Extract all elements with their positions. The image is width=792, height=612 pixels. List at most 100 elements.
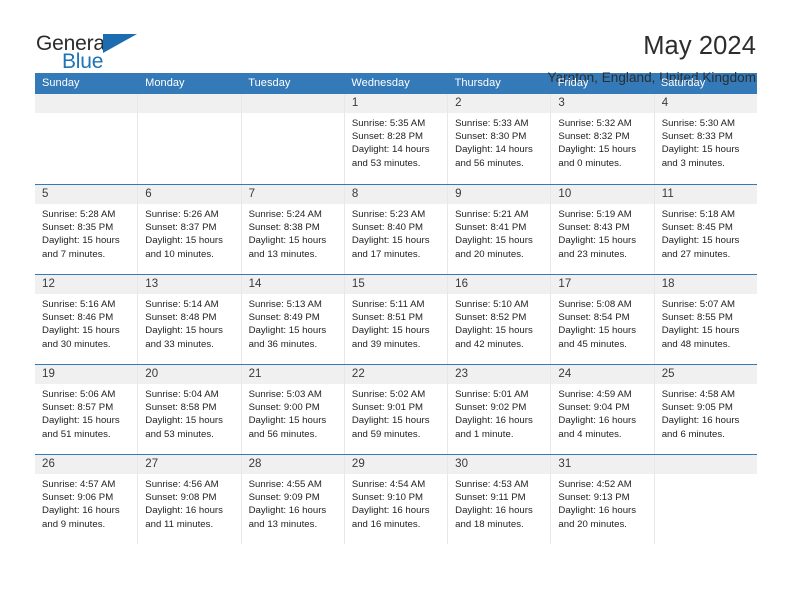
sunrise-text: Sunrise: 5:11 AM	[351, 299, 425, 310]
day-number: 23	[448, 365, 551, 384]
day-sun-info: Sunrise: 5:02 AM Sunset: 9:01 PM Daylight:…	[345, 384, 447, 441]
sunset-text: Sunset: 9:04 PM	[558, 402, 630, 414]
day-number: 14	[241, 275, 344, 294]
calendar-day-cell[interactable]: 19 Sunrise: 5:06 AM Sunset: 8:57 PM Dayligh…	[35, 365, 138, 454]
day-sun-info: Sunrise: 5:26 AM Sunset: 8:37 PM Daylight:…	[138, 204, 240, 261]
page-title: May 2024	[643, 32, 756, 60]
calendar-day-cell[interactable]: 3 Sunrise: 5:32 AM Sunset: 8:32 PM Daylight…	[550, 94, 654, 184]
calendar-day-cell[interactable]: 6 Sunrise: 5:26 AM Sunset: 8:37 PM Daylight…	[137, 185, 241, 274]
calendar-day-cell[interactable]: 20 Sunrise: 5:04 AM Sunset: 8:58 PM Dayligh…	[137, 365, 241, 454]
sunset-text: Sunset: 8:49 PM	[248, 312, 320, 324]
day-number: 30	[448, 455, 551, 474]
day-sun-info: Sunrise: 5:28 AM Sunset: 8:35 PM Daylight:…	[35, 204, 137, 261]
daylight-text: Daylight: 15 hours and 53 minutes.	[145, 415, 223, 440]
day-sun-info: Sunrise: 5:03 AM Sunset: 9:00 PM Daylight:…	[242, 384, 344, 441]
calendar-day-cell[interactable]: 22 Sunrise: 5:02 AM Sunset: 9:01 PM Dayligh…	[343, 365, 448, 454]
calendar-day-cell[interactable]: 23 Sunrise: 5:01 AM Sunset: 9:02 PM Dayligh…	[447, 365, 551, 454]
calendar-day-cell[interactable]: 15 Sunrise: 5:11 AM Sunset: 8:51 PM Dayligh…	[343, 275, 448, 364]
calendar-day-cell[interactable]: 25 Sunrise: 4:58 AM Sunset: 9:05 PM Dayligh…	[653, 365, 757, 454]
day-number: 16	[448, 275, 551, 294]
sunset-text: Sunset: 8:33 PM	[661, 131, 733, 143]
general-blue-logo[interactable]: General Blue	[36, 30, 148, 74]
day-number: 8	[344, 185, 448, 204]
calendar-day-cell[interactable]: 2 Sunrise: 5:33 AM Sunset: 8:30 PM Daylight…	[447, 94, 551, 184]
sunset-text: Sunset: 8:28 PM	[351, 131, 424, 143]
calendar-day-cell[interactable]: 12 Sunrise: 5:16 AM Sunset: 8:46 PM Dayligh…	[35, 275, 138, 364]
sunset-text: Sunset: 8:30 PM	[455, 131, 527, 143]
day-number: 12	[35, 275, 138, 294]
calendar-day-cell[interactable]: 7 Sunrise: 5:24 AM Sunset: 8:38 PM Daylight…	[240, 185, 344, 274]
calendar-day-cell[interactable]: 16 Sunrise: 5:10 AM Sunset: 8:52 PM Dayligh…	[447, 275, 551, 364]
day-number: 25	[654, 365, 757, 384]
sunset-text: Sunset: 9:08 PM	[145, 492, 217, 504]
day-number: 27	[138, 455, 241, 474]
sunset-text: Sunset: 9:01 PM	[351, 402, 424, 414]
daylight-text: Daylight: 15 hours and 51 minutes.	[42, 415, 120, 440]
calendar-day-cell[interactable]: 21 Sunrise: 5:03 AM Sunset: 9:00 PM Dayligh…	[240, 365, 344, 454]
weekday-header-row: Sunday Monday Tuesday Wednesday Thursday Frid…	[35, 73, 757, 94]
day-number: 21	[241, 365, 344, 384]
day-sun-info: Sunrise: 5:16 AM Sunset: 8:46 PM Daylight:…	[35, 294, 137, 351]
calendar-day-cell[interactable]: 14 Sunrise: 5:13 AM Sunset: 8:49 PM Dayligh…	[240, 275, 344, 364]
calendar-day-cell[interactable]: 9 Sunrise: 5:21 AM Sunset: 8:41 PM Daylight…	[447, 185, 551, 274]
day-number: 29	[344, 455, 448, 474]
day-sun-info: Sunrise: 4:59 AM Sunset: 9:04 PM Daylight:…	[551, 384, 653, 441]
calendar-day-cell[interactable]: 5 Sunrise: 5:28 AM Sunset: 8:35 PM Daylight…	[35, 185, 138, 274]
sunset-text: Sunset: 8:32 PM	[558, 131, 630, 143]
calendar-day-cell[interactable]: 8 Sunrise: 5:23 AM Sunset: 8:40 PM Daylight…	[343, 185, 448, 274]
daylight-text: Daylight: 15 hours and 30 minutes.	[42, 325, 120, 350]
calendar-day-cell[interactable]: 26 Sunrise: 4:57 AM Sunset: 9:06 PM Dayligh…	[35, 455, 138, 544]
calendar-day-cell[interactable]: 28 Sunrise: 4:55 AM Sunset: 9:09 PM Dayligh…	[240, 455, 344, 544]
calendar-day-cell[interactable]: 24 Sunrise: 4:59 AM Sunset: 9:04 PM Dayligh…	[550, 365, 654, 454]
day-sun-info: Sunrise: 4:55 AM Sunset: 9:09 PM Daylight:…	[242, 474, 344, 531]
day-number: 6	[138, 185, 241, 204]
sunset-text: Sunset: 9:06 PM	[42, 492, 114, 504]
weekday-header-tuesday: Tuesday	[248, 77, 291, 89]
calendar-page: General Blue May 2024 Yarnton, England, …	[0, 0, 792, 612]
daylight-text: Daylight: 15 hours and 56 minutes.	[248, 415, 327, 440]
daylight-text: Daylight: 15 hours and 7 minutes.	[42, 235, 120, 260]
sunrise-text: Sunrise: 5:16 AM	[42, 299, 116, 310]
sunrise-text: Sunrise: 5:26 AM	[145, 209, 219, 220]
calendar-day-cell[interactable]: 29 Sunrise: 4:54 AM Sunset: 9:10 PM Dayligh…	[343, 455, 448, 544]
calendar-day-cell[interactable]: 1 Sunrise: 5:35 AM Sunset: 8:28 PM Daylight…	[343, 94, 448, 184]
sunset-text: Sunset: 8:38 PM	[248, 222, 320, 234]
calendar-day-cell[interactable]: 31 Sunrise: 4:52 AM Sunset: 9:13 PM Dayligh…	[550, 455, 654, 544]
sunrise-text: Sunrise: 4:53 AM	[455, 479, 529, 490]
day-number: 18	[654, 275, 757, 294]
calendar-day-cell[interactable]: 30 Sunrise: 4:53 AM Sunset: 9:11 PM Dayligh…	[447, 455, 551, 544]
sunrise-text: Sunrise: 5:30 AM	[661, 118, 736, 129]
calendar-day-cell[interactable]: 17 Sunrise: 5:08 AM Sunset: 8:54 PM Dayligh…	[550, 275, 654, 364]
day-sun-info: Sunrise: 4:53 AM Sunset: 9:11 PM Daylight:…	[448, 474, 550, 531]
sunrise-text: Sunrise: 5:06 AM	[42, 389, 116, 400]
day-number	[654, 455, 757, 474]
day-number: 1	[344, 94, 448, 113]
day-sun-info: Sunrise: 5:18 AM Sunset: 8:45 PM Daylight:…	[655, 204, 757, 261]
sunrise-text: Sunrise: 5:35 AM	[351, 118, 426, 129]
calendar-day-cell[interactable]: 10 Sunrise: 5:19 AM Sunset: 8:43 PM Dayligh…	[550, 185, 654, 274]
sunrise-text: Sunrise: 5:10 AM	[455, 299, 529, 310]
weekday-header-sunday: Sunday	[42, 77, 80, 89]
calendar-day-cell[interactable]: 4 Sunrise: 5:30 AM Sunset: 8:33 PM Daylight…	[653, 94, 757, 184]
page-header: General Blue May 2024 Yarnton, England, …	[0, 0, 792, 85]
calendar-day-cell-empty	[137, 94, 241, 184]
day-sun-info: Sunrise: 5:30 AM Sunset: 8:33 PM Daylight:…	[655, 113, 757, 170]
calendar-day-cell[interactable]: 18 Sunrise: 5:07 AM Sunset: 8:55 PM Dayligh…	[653, 275, 757, 364]
sunrise-text: Sunrise: 4:59 AM	[558, 389, 632, 400]
day-sun-info: Sunrise: 5:21 AM Sunset: 8:41 PM Daylight:…	[448, 204, 550, 261]
calendar-day-cell[interactable]: 27 Sunrise: 4:56 AM Sunset: 9:08 PM Dayligh…	[137, 455, 241, 544]
sunrise-text: Sunrise: 4:52 AM	[558, 479, 632, 490]
day-number	[241, 94, 344, 113]
sunrise-text: Sunrise: 5:19 AM	[558, 209, 632, 220]
sunrise-text: Sunrise: 4:57 AM	[42, 479, 116, 490]
calendar-day-cell[interactable]: 13 Sunrise: 5:14 AM Sunset: 8:48 PM Dayligh…	[137, 275, 241, 364]
weekday-header-monday: Monday	[145, 77, 185, 89]
weekday-header-saturday: Saturday	[660, 77, 706, 89]
daylight-text: Daylight: 15 hours and 17 minutes.	[351, 235, 430, 260]
daylight-text: Daylight: 16 hours and 1 minute.	[455, 415, 533, 440]
sunrise-text: Sunrise: 5:02 AM	[351, 389, 426, 400]
day-number: 9	[448, 185, 551, 204]
day-sun-info: Sunrise: 4:52 AM Sunset: 9:13 PM Daylight:…	[551, 474, 653, 531]
sunrise-text: Sunrise: 5:14 AM	[145, 299, 219, 310]
calendar-day-cell[interactable]: 11 Sunrise: 5:18 AM Sunset: 8:45 PM Dayligh…	[653, 185, 757, 274]
